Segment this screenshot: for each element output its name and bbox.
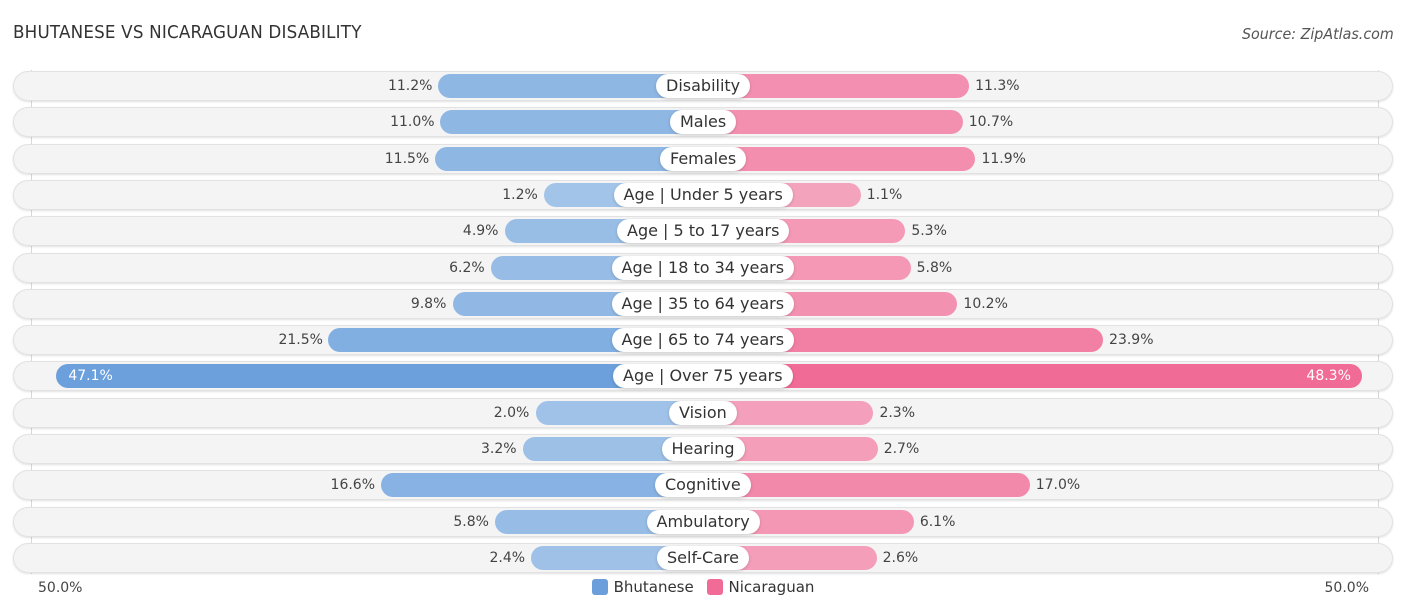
value-label-bhutanese: 11.2% (387, 78, 433, 94)
value-label-nicaraguan: 11.9% (981, 151, 1026, 167)
category-label: Age | 35 to 64 years (611, 292, 795, 316)
value-label-bhutanese: 1.2% (502, 187, 538, 203)
category-label: Age | Under 5 years (613, 183, 793, 207)
category-label: Disability (656, 74, 751, 98)
category-label: Age | Over 75 years (613, 364, 793, 388)
value-label-bhutanese: 21.5% (278, 332, 323, 348)
row-vision: Vision 2.0% 2.3% (13, 398, 1393, 428)
value-label-bhutanese: 9.8% (410, 296, 447, 312)
value-label-bhutanese: 4.9% (462, 223, 499, 239)
value-label-nicaraguan: 6.1% (919, 514, 956, 530)
category-label: Vision (669, 401, 737, 425)
value-label-bhutanese: 2.0% (493, 405, 530, 421)
legend-label-bhutanese: Bhutanese (613, 578, 694, 596)
bar-nicaraguan[interactable] (703, 364, 1363, 388)
legend-swatch-bhutanese (591, 579, 608, 595)
bar-bhutanese[interactable] (56, 364, 703, 388)
category-label: Age | 18 to 34 years (611, 256, 795, 280)
value-label-bhutanese: 11.5% (384, 151, 430, 167)
value-label-bhutanese: 5.8% (453, 514, 489, 530)
category-label: Ambulatory (646, 510, 760, 534)
value-label-nicaraguan: 10.2% (963, 296, 1008, 312)
value-label-bhutanese: 47.1% (68, 368, 113, 384)
value-label-nicaraguan: 10.7% (968, 114, 1014, 130)
legend-item-bhutanese[interactable]: Bhutanese (591, 578, 694, 596)
row-hearing: Hearing 3.2% 2.7% (13, 434, 1393, 464)
row-age-over-75-years: Age | Over 75 years 47.1% 48.3% (13, 361, 1393, 391)
value-label-nicaraguan: 2.3% (879, 405, 916, 421)
legend-item-nicaraguan[interactable]: Nicaraguan (706, 578, 815, 596)
row-age-under-5-years: Age | Under 5 years 1.2% 1.1% (13, 180, 1393, 210)
value-label-nicaraguan: 5.3% (911, 223, 947, 239)
row-disability: Disability 11.2% 11.3% (13, 71, 1393, 101)
category-label: Cognitive (655, 473, 751, 497)
value-label-nicaraguan: 48.3% (1306, 368, 1351, 384)
value-label-bhutanese: 16.6% (330, 477, 376, 493)
value-label-bhutanese: 6.2% (449, 260, 485, 276)
row-age-35-to-64-years: Age | 35 to 64 years 9.8% 10.2% (13, 289, 1393, 319)
value-label-nicaraguan: 2.7% (883, 441, 920, 457)
row-self-care: Self-Care 2.4% 2.6% (13, 543, 1393, 573)
bar-nicaraguan[interactable] (703, 473, 1030, 497)
legend-label-nicaraguan: Nicaraguan (728, 578, 815, 596)
value-label-nicaraguan: 5.8% (916, 260, 953, 276)
value-label-bhutanese: 3.2% (480, 441, 517, 457)
row-males: Males 11.0% 10.7% (13, 107, 1393, 137)
legend-swatch-nicaraguan (706, 579, 723, 595)
value-label-nicaraguan: 1.1% (866, 187, 903, 203)
value-label-bhutanese: 2.4% (489, 550, 526, 566)
bar-nicaraguan[interactable] (703, 110, 963, 134)
category-label: Males (670, 110, 737, 134)
row-age-65-to-74-years: Age | 65 to 74 years 21.5% 23.9% (13, 325, 1393, 355)
bar-bhutanese[interactable] (440, 110, 703, 134)
value-label-nicaraguan: 23.9% (1109, 332, 1154, 348)
row-cognitive: Cognitive 16.6% 17.0% (13, 470, 1393, 500)
category-label: Age | 65 to 74 years (611, 328, 795, 352)
legend: Bhutanese Nicaraguan (0, 578, 1406, 599)
value-label-nicaraguan: 2.6% (882, 550, 919, 566)
row-age-18-to-34-years: Age | 18 to 34 years 6.2% 5.8% (13, 253, 1393, 283)
value-label-nicaraguan: 11.3% (975, 78, 1020, 94)
chart-area: Disability 11.2% 11.3% Males 11.0% 10.7% Femal… (0, 0, 1406, 612)
category-label: Age | 5 to 17 years (617, 219, 790, 243)
value-label-bhutanese: 11.0% (390, 114, 435, 130)
row-ambulatory: Ambulatory 5.8% 6.1% (13, 507, 1393, 537)
row-females: Females 11.5% 11.9% (13, 144, 1393, 174)
category-label: Hearing (661, 437, 745, 461)
row-age-5-to-17-years: Age | 5 to 17 years 4.9% 5.3% (13, 216, 1393, 246)
category-label: Females (660, 147, 747, 171)
value-label-nicaraguan: 17.0% (1035, 477, 1081, 493)
category-label: Self-Care (657, 546, 750, 570)
